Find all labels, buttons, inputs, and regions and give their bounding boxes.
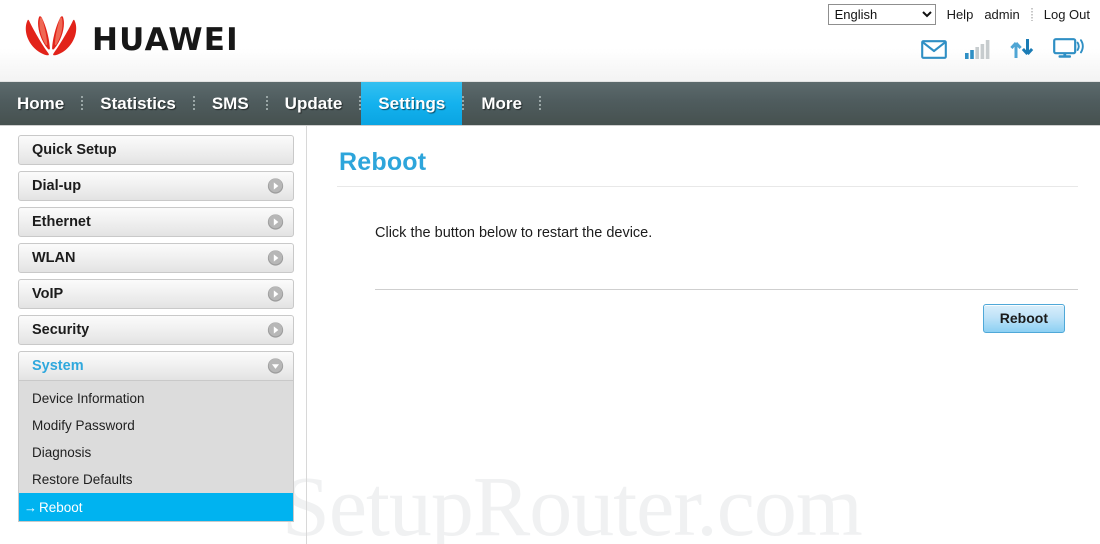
sidebar-item-security[interactable]: Security — [18, 315, 294, 345]
submenu-item-label: Diagnosis — [32, 445, 92, 460]
brand-logo: HUAWEI — [18, 16, 239, 64]
nav-separator — [538, 95, 541, 112]
page-body: Quick Setup Dial-up Ethernet WLAN VoIP S… — [0, 126, 1100, 544]
sidebar-item-reboot[interactable]: → Reboot — [19, 493, 293, 521]
nav-item-settings[interactable]: Settings — [361, 82, 463, 125]
chevron-right-icon — [267, 250, 284, 266]
nav-item-update[interactable]: Update — [268, 82, 360, 125]
signal-bars-icon[interactable] — [965, 40, 991, 59]
sidebar-item-label: System — [32, 358, 84, 374]
sidebar-item-device-information[interactable]: Device Information — [19, 385, 293, 412]
header-separator — [1030, 8, 1033, 21]
mail-icon[interactable] — [921, 40, 947, 59]
nav-item-statistics[interactable]: Statistics — [83, 82, 193, 125]
sidebar-item-label: Dial-up — [32, 178, 82, 194]
sidebar-item-label: VoIP — [32, 286, 64, 302]
sidebar-item-system[interactable]: System — [18, 351, 294, 381]
router-admin-page: HUAWEI English Help admin Log Out Home S… — [0, 0, 1100, 544]
chevron-right-icon — [267, 214, 284, 230]
sidebar-item-voip[interactable]: VoIP — [18, 279, 294, 309]
sidebar-item-restore-defaults[interactable]: Restore Defaults — [19, 466, 293, 493]
wifi-monitor-icon[interactable] — [1053, 38, 1086, 59]
sidebar-item-diagnosis[interactable]: Diagnosis — [19, 439, 293, 466]
sidebar-item-label: Ethernet — [32, 214, 91, 230]
arrow-right-icon: → — [24, 499, 37, 515]
status-icon-bar — [921, 38, 1086, 59]
settings-sidebar: Quick Setup Dial-up Ethernet WLAN VoIP S… — [0, 126, 307, 544]
help-link[interactable]: Help — [947, 7, 974, 22]
chevron-down-icon — [267, 358, 284, 374]
chevron-right-icon — [267, 178, 284, 194]
page-header: HUAWEI English Help admin Log Out — [0, 0, 1100, 82]
sidebar-item-ethernet[interactable]: Ethernet — [18, 207, 294, 237]
content-panel: Reboot Click the button below to restart… — [307, 126, 1100, 544]
brand-name: HUAWEI — [92, 22, 239, 58]
language-select[interactable]: English — [827, 4, 936, 25]
reboot-button[interactable]: Reboot — [982, 304, 1065, 333]
submenu-item-label: Device Information — [32, 391, 145, 406]
sidebar-item-label: Quick Setup — [32, 142, 117, 158]
chevron-right-icon — [267, 286, 284, 302]
title-divider — [337, 186, 1078, 187]
page-description: Click the button below to restart the de… — [375, 225, 653, 241]
nav-item-home[interactable]: Home — [0, 82, 81, 125]
header-utility-bar: English Help admin Log Out — [827, 4, 1090, 25]
submenu-item-label: Reboot — [39, 499, 83, 515]
sidebar-item-dial-up[interactable]: Dial-up — [18, 171, 294, 201]
action-row: Reboot — [337, 304, 1078, 333]
sidebar-item-wlan[interactable]: WLAN — [18, 243, 294, 273]
system-submenu: Device Information Modify Password Diagn… — [18, 381, 294, 522]
chevron-right-icon — [267, 322, 284, 338]
logout-link[interactable]: Log Out — [1044, 7, 1090, 22]
nav-item-sms[interactable]: SMS — [195, 82, 266, 125]
sidebar-item-label: WLAN — [32, 250, 76, 266]
data-transfer-icon[interactable] — [1009, 38, 1035, 59]
page-title: Reboot — [339, 148, 427, 176]
sidebar-item-modify-password[interactable]: Modify Password — [19, 412, 293, 439]
huawei-petal-logo-icon — [25, 16, 77, 56]
admin-link[interactable]: admin — [984, 7, 1019, 22]
section-divider — [375, 289, 1078, 290]
sidebar-item-quick-setup[interactable]: Quick Setup — [18, 135, 294, 165]
nav-item-more[interactable]: More — [464, 82, 539, 125]
main-navigation: Home Statistics SMS Update Settings More — [0, 82, 1100, 126]
submenu-item-label: Restore Defaults — [32, 472, 133, 487]
sidebar-item-label: Security — [32, 322, 90, 338]
submenu-item-label: Modify Password — [32, 418, 135, 433]
